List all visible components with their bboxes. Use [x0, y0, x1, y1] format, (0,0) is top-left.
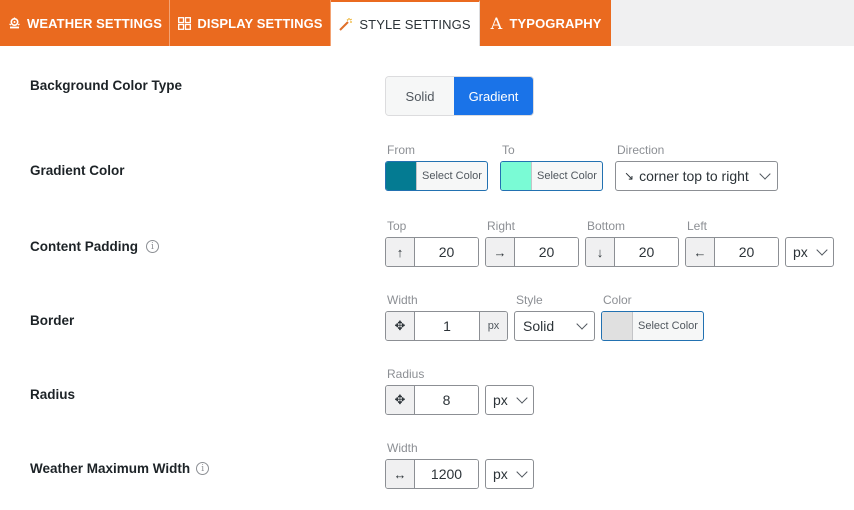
max-width-label: Weather Maximum Width i	[30, 461, 210, 476]
info-icon[interactable]: i	[196, 462, 210, 475]
typography-icon: A	[490, 13, 503, 33]
horizontal-arrows-icon: ↔	[386, 460, 415, 488]
tab-label: Weather Settings	[27, 15, 162, 31]
chevron-down-icon	[816, 244, 828, 256]
tab-label: Typography	[509, 15, 602, 31]
border-style-select[interactable]: Solid	[514, 311, 595, 341]
radius-label: Radius	[30, 387, 75, 402]
gradient-from-color-picker[interactable]: Select Color	[385, 161, 488, 191]
weather-cloud-icon	[7, 16, 21, 30]
radius-unit-select[interactable]: px	[485, 385, 534, 415]
tab-label: Display Settings	[197, 15, 323, 31]
unit-text: px	[493, 392, 508, 408]
padding-left-input-group: ←	[685, 237, 779, 267]
unit-text: px	[493, 466, 508, 482]
gradient-option-button[interactable]: Gradient	[454, 77, 533, 115]
label-text: Gradient Color	[30, 163, 125, 178]
border-color-picker[interactable]: Select Color	[601, 311, 704, 341]
content-padding-label: Content Padding i	[30, 239, 159, 254]
padding-bottom-input-group: ↓	[585, 237, 679, 267]
label-text: Background Color Type	[30, 78, 183, 93]
tab-weather-settings[interactable]: Weather Settings	[0, 0, 170, 46]
direction-text: corner top to right	[639, 168, 749, 184]
arrow-down-icon: ↓	[586, 238, 615, 266]
direction-value: ↘ corner top to right	[624, 168, 749, 184]
gradient-direction-select[interactable]: ↘ corner top to right	[615, 161, 778, 191]
border-color-label: Color	[603, 293, 632, 307]
background-color-type-label: Background Color Type	[30, 78, 182, 93]
radius-field-label: Radius	[387, 367, 425, 381]
to-label: To	[502, 143, 515, 157]
info-icon[interactable]: i	[146, 240, 159, 253]
chevron-down-icon	[759, 168, 771, 180]
tab-label: Style Settings	[359, 16, 471, 32]
chevron-down-icon	[576, 318, 588, 330]
move-icon: ✥	[386, 312, 415, 340]
grid-icon	[177, 16, 191, 30]
select-color-text: Select Color	[537, 170, 597, 182]
max-width-input-group: ↔	[385, 459, 479, 489]
style-text: Solid	[523, 318, 555, 334]
radius-input[interactable]	[415, 386, 478, 414]
tab-display-settings[interactable]: Display Settings	[170, 0, 331, 46]
border-style-label: Style	[516, 293, 543, 307]
padding-top-input-group: ↑	[385, 237, 479, 267]
padding-right-input[interactable]	[515, 238, 578, 266]
gradient-to-color-picker[interactable]: Select Color	[500, 161, 603, 191]
radius-input-group: ✥	[385, 385, 479, 415]
border-width-input-group: ✥ px	[385, 311, 508, 341]
padding-top-input[interactable]	[415, 238, 478, 266]
settings-tabbar: Weather Settings Display Settings Style …	[0, 0, 854, 46]
padding-top-label: Top	[387, 219, 407, 233]
label-text: Border	[30, 313, 75, 328]
tab-typography[interactable]: A Typography	[480, 0, 611, 46]
arrow-down-right-icon: ↘	[624, 169, 635, 183]
chevron-down-icon	[516, 392, 528, 404]
magic-wand-icon	[339, 17, 353, 31]
direction-label: Direction	[617, 143, 665, 157]
to-color-swatch	[501, 162, 532, 190]
padding-unit-select[interactable]: px	[785, 237, 834, 267]
max-width-unit-select[interactable]: px	[485, 459, 534, 489]
max-width-input[interactable]	[415, 460, 478, 488]
select-color-text: Select Color	[422, 170, 482, 182]
label-text: Weather Maximum Width	[30, 461, 191, 476]
border-width-label: Width	[387, 293, 418, 307]
gradient-color-label: Gradient Color	[30, 163, 125, 178]
background-type-toggle: Solid Gradient	[385, 76, 534, 116]
from-label: From	[387, 143, 415, 157]
arrow-right-icon: →	[486, 238, 515, 266]
border-color-swatch	[602, 312, 633, 340]
arrow-left-icon: ←	[686, 238, 715, 266]
move-icon: ✥	[386, 386, 415, 414]
from-color-swatch	[386, 162, 417, 190]
solid-option-button[interactable]: Solid	[386, 77, 454, 115]
label-text: Content Padding	[30, 239, 138, 254]
border-label: Border	[30, 313, 74, 328]
select-color-text: Select Color	[638, 320, 698, 332]
chevron-down-icon	[516, 466, 528, 478]
border-width-input[interactable]	[415, 312, 479, 340]
tab-style-settings[interactable]: Style Settings	[331, 0, 480, 46]
label-text: Radius	[30, 387, 76, 402]
padding-right-input-group: →	[485, 237, 579, 267]
max-width-field-label: Width	[387, 441, 418, 455]
unit-text: px	[793, 244, 808, 260]
padding-bottom-label: Bottom	[587, 219, 626, 233]
padding-left-label: Left	[687, 219, 708, 233]
padding-right-label: Right	[487, 219, 516, 233]
padding-bottom-input[interactable]	[615, 238, 678, 266]
arrow-up-icon: ↑	[386, 238, 415, 266]
border-width-unit: px	[479, 312, 507, 340]
padding-left-input[interactable]	[715, 238, 778, 266]
